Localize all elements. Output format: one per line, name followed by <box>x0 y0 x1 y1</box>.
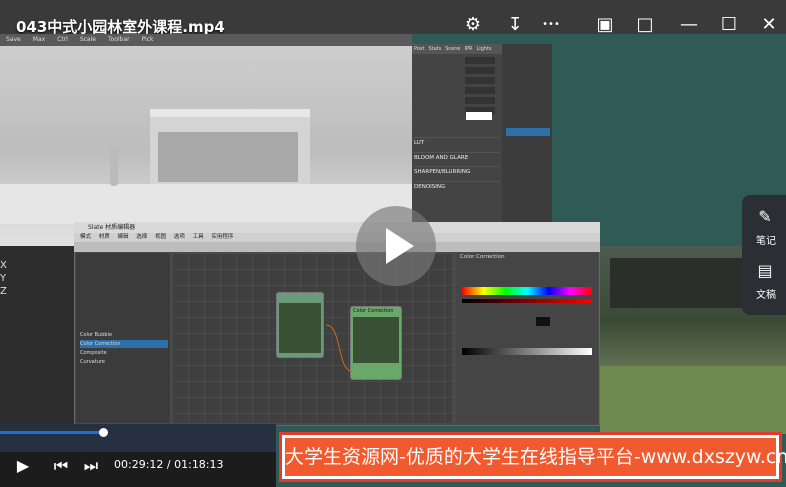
section-lut[interactable]: LUT <box>414 137 500 148</box>
slate-toolbar <box>74 242 600 252</box>
next-icon[interactable]: ⏭ <box>80 455 102 477</box>
play-icon[interactable] <box>386 228 414 264</box>
axis-z-label: Z <box>0 286 7 297</box>
render-param-row[interactable] <box>415 86 499 95</box>
maximize-icon[interactable]: ☐ <box>718 14 740 36</box>
ground-plane <box>0 184 412 224</box>
previous-icon[interactable]: ⏮ <box>50 455 72 477</box>
section-bloom[interactable]: BLOOM AND GLARE <box>414 152 500 163</box>
tint-swatch[interactable] <box>536 317 550 326</box>
roof-shape <box>150 109 310 117</box>
slate-menu-item[interactable]: 编辑 <box>118 234 129 240</box>
lightness-bar[interactable] <box>462 348 592 355</box>
3d-viewport[interactable] <box>0 34 412 246</box>
viewport-menu-strip: Save Max Ctrl Scale Toolbar Pick <box>0 34 412 46</box>
color-swatch[interactable] <box>466 112 492 120</box>
param-node-title: Color Correction <box>460 254 505 260</box>
browser-item[interactable]: Composite <box>80 349 168 357</box>
notes-button-label[interactable]: 笔记 <box>744 232 786 247</box>
close-icon[interactable]: ✕ <box>758 14 780 36</box>
share-icon[interactable]: ⚙ <box>462 14 484 36</box>
slate-menu-item[interactable]: 视图 <box>155 234 166 240</box>
render-param-row[interactable] <box>415 66 499 75</box>
render-param-row[interactable] <box>415 76 499 85</box>
render-panel-tabs: Post Stats Scene IPR Lights <box>412 44 502 54</box>
minimize-icon[interactable]: — <box>678 14 700 36</box>
slate-menu-bar: 模式 材质 编辑 选择 视图 选项 工具 实用程序 <box>74 233 600 242</box>
time-separator: / <box>163 458 175 471</box>
browser-item-selected[interactable]: Color Correction <box>80 340 168 348</box>
slate-menu-item[interactable]: 实用程序 <box>211 234 233 240</box>
building-opening <box>158 132 298 182</box>
section-denoising[interactable]: DENOISING <box>414 181 500 192</box>
section-sharpen[interactable]: SHARPEN/BLURRING <box>414 166 500 177</box>
command-panel <box>502 44 552 244</box>
menu-dots-icon[interactable]: ••• <box>540 14 562 36</box>
command-panel-selected-item[interactable] <box>506 128 550 136</box>
slate-menu-item[interactable]: 材质 <box>99 234 110 240</box>
slate-menu-item[interactable]: 模式 <box>80 234 91 240</box>
watermark-banner-text: 大学生资源网-优质的大学生在线指导平台-www.dxszyw.cn <box>285 446 786 468</box>
slate-menu-item[interactable]: 选项 <box>174 234 185 240</box>
progress-bar[interactable] <box>0 431 103 434</box>
play-button-icon[interactable]: ▶ <box>12 455 34 477</box>
note-icon[interactable]: ✎ <box>754 206 776 228</box>
hue-bar[interactable] <box>462 287 592 295</box>
time-display: 00:29:12 / 01:18:13 <box>114 458 224 471</box>
slate-menu-item[interactable]: 选择 <box>136 234 147 240</box>
current-time: 00:29:12 <box>114 458 164 471</box>
total-time: 01:18:13 <box>174 458 224 471</box>
crop-icon[interactable]: □ <box>634 14 656 36</box>
lawn-shape <box>600 366 786 434</box>
progress-handle[interactable] <box>99 428 108 437</box>
render-param-row[interactable] <box>415 56 499 65</box>
browser-item[interactable]: Color Bubble <box>80 331 168 339</box>
side-viewport <box>0 246 74 424</box>
browser-item[interactable]: Curvature <box>80 358 168 366</box>
download-icon[interactable]: ↧ <box>504 14 526 36</box>
pip-icon[interactable]: ▣ <box>594 14 616 36</box>
saturation-bar[interactable] <box>462 299 592 303</box>
app-timeline <box>0 424 276 452</box>
render-param-row[interactable] <box>415 96 499 105</box>
axis-x-label: X <box>0 260 7 271</box>
human-figure <box>110 146 118 186</box>
slate-title: Slate 材质编辑器 <box>74 222 600 233</box>
parameter-editor: Color Correction <box>456 253 598 423</box>
document-button-label[interactable]: 文稿 <box>744 286 786 301</box>
document-text-icon[interactable]: ▤ <box>754 260 776 282</box>
slate-menu-item[interactable]: 工具 <box>193 234 204 240</box>
axis-y-label: Y <box>0 273 7 284</box>
